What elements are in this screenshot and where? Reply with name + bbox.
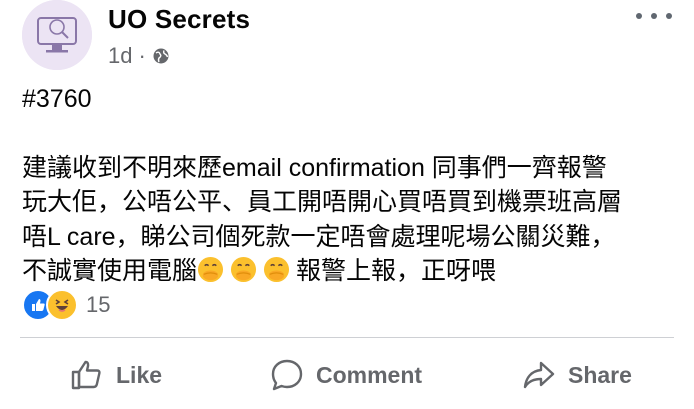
more-dot-icon <box>651 13 657 19</box>
post-meta: 1d · <box>108 42 170 70</box>
action-divider <box>20 337 674 338</box>
hand-over-mouth-emoji-icon <box>197 256 224 283</box>
post-line-text: 報警上報，正呀喂 <box>296 257 497 285</box>
post-line: 不誠實使用電腦 報警上報，正呀喂 <box>22 254 682 289</box>
post-line: 唔L care，睇公司個死款一定唔會處理呢場公關災難， <box>22 222 616 251</box>
page-name[interactable]: UO Secrets <box>108 4 250 35</box>
haha-reaction-icon <box>46 289 78 321</box>
post-text: #3760 建議收到不明來歷email confirmation 同事們一齊報警… <box>22 82 682 289</box>
hand-over-mouth-emoji-icon <box>230 256 257 283</box>
public-globe-icon[interactable] <box>152 47 170 65</box>
like-button[interactable]: Like <box>70 345 162 405</box>
meta-separator: · <box>138 43 146 68</box>
thumbs-up-icon <box>71 360 101 390</box>
reactions-summary[interactable]: 15 <box>22 289 110 321</box>
comment-button[interactable]: Comment <box>270 345 422 405</box>
comment-bubble-icon <box>271 359 303 391</box>
page-avatar[interactable] <box>22 0 92 70</box>
post-action-bar: Like Comment Share <box>0 345 694 405</box>
uo-secrets-logo <box>22 0 92 70</box>
post-line-text: 不誠實使用電腦 <box>22 257 198 285</box>
share-button[interactable]: Share <box>522 345 632 405</box>
more-dot-icon <box>636 13 642 19</box>
comment-label: Comment <box>316 361 423 388</box>
share-arrow-icon <box>523 361 555 389</box>
post-line: 玩大佢，公唔公平、員工開唔開心買唔買到機票班高層 <box>22 188 623 216</box>
like-label: Like <box>116 361 163 388</box>
reaction-count[interactable]: 15 <box>86 292 110 318</box>
post-id: #3760 <box>22 85 92 113</box>
more-dot-icon <box>666 13 672 19</box>
share-label: Share <box>568 361 632 388</box>
post-timestamp[interactable]: 1d <box>108 43 132 69</box>
post-line: 建議收到不明來歷email confirmation 同事們一齊報警 <box>22 153 607 182</box>
hand-over-mouth-emoji-icon <box>263 256 290 283</box>
more-options-button[interactable] <box>636 4 672 28</box>
